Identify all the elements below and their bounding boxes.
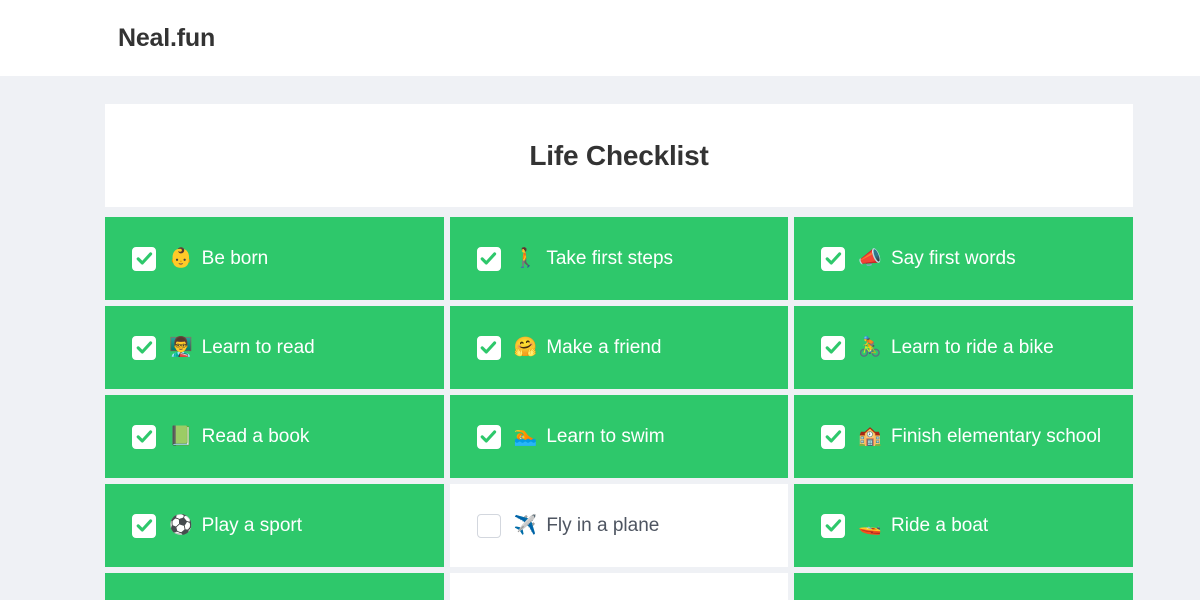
page-title: Life Checklist <box>529 139 709 171</box>
checklist-item-label: Take first steps <box>546 248 674 269</box>
checklist-item[interactable]: 📣 Say first words <box>794 217 1133 300</box>
checklist-item-label: Play a sport <box>201 515 302 536</box>
hugging-face-emoji: 🤗 <box>513 336 538 358</box>
checkbox-checked-icon[interactable] <box>821 424 846 449</box>
checkbox-checked-icon[interactable] <box>132 335 156 360</box>
school-emoji: 🏫 <box>858 425 882 447</box>
checklist-item-label: Read a book <box>201 426 310 447</box>
checkbox-checked-icon[interactable] <box>476 335 501 360</box>
checklist-item-label: Learn to read <box>201 337 315 358</box>
title-card: Life Checklist <box>105 104 1133 207</box>
cyclist-emoji: 🚴 <box>858 336 882 358</box>
checklist-item-label: Finish elementary school <box>891 426 1102 447</box>
checklist-item[interactable]: 👨‍🏫 Learn to read <box>105 306 444 389</box>
checklist-item[interactable] <box>449 573 789 600</box>
checklist-item[interactable]: ⚽ Play a sport <box>105 484 444 567</box>
soccer-ball-emoji: ⚽ <box>169 514 193 536</box>
baby-emoji: 👶 <box>169 247 193 269</box>
walking-emoji: 🚶 <box>513 247 538 269</box>
teacher-emoji: 👨‍🏫 <box>169 336 193 358</box>
checklist-item-label: Say first words <box>891 248 1016 269</box>
content-column: Life Checklist 👶 Be born 🚶 Take first steps… <box>105 104 1133 600</box>
megaphone-emoji: 📣 <box>858 247 882 269</box>
checkbox-checked-icon[interactable] <box>132 513 156 538</box>
site-logo[interactable]: Neal.fun <box>118 25 215 51</box>
checkbox-checked-icon[interactable] <box>132 246 156 271</box>
checklist-item[interactable]: 🤗 Make a friend <box>449 306 789 389</box>
checklist-item[interactable]: 🚶 Take first steps <box>449 217 789 300</box>
site-header: Neal.fun <box>0 0 1200 76</box>
airplane-emoji: ✈️ <box>513 514 538 536</box>
checkbox-checked-icon[interactable] <box>821 246 846 271</box>
checklist-item-label: Make a friend <box>546 337 662 358</box>
checklist-item-label: Be born <box>201 248 269 269</box>
checklist-item-label: Ride a boat <box>891 515 989 536</box>
checkbox-checked-icon[interactable] <box>132 424 156 449</box>
checklist-grid: 👶 Be born 🚶 Take first steps 📣 Say first word… <box>105 217 1133 600</box>
checkbox-checked-icon[interactable] <box>821 513 846 538</box>
checklist-item[interactable]: 🚤 Ride a boat <box>794 484 1133 567</box>
checkbox-checked-icon[interactable] <box>821 335 846 360</box>
checklist-item[interactable]: 📗 Read a book <box>105 395 444 478</box>
checklist-item-label: Learn to swim <box>546 426 665 447</box>
page-body: Life Checklist 👶 Be born 🚶 Take first steps… <box>0 76 1200 600</box>
checkbox-checked-icon[interactable] <box>476 246 501 271</box>
checklist-item[interactable]: 🚴 Learn to ride a bike <box>794 306 1133 389</box>
checklist-item[interactable]: 🏊 Learn to swim <box>449 395 789 478</box>
checkbox-checked-icon[interactable] <box>476 424 501 449</box>
swimmer-emoji: 🏊 <box>513 425 538 447</box>
checklist-item[interactable]: 🏫 Finish elementary school <box>794 395 1133 478</box>
green-book-emoji: 📗 <box>169 425 193 447</box>
checklist-item[interactable]: 👶 Be born <box>105 217 444 300</box>
checklist-item-label: Fly in a plane <box>546 515 660 536</box>
checklist-item-label: Learn to ride a bike <box>891 337 1054 358</box>
checklist-item[interactable]: ✈️ Fly in a plane <box>449 484 789 567</box>
checklist-item[interactable] <box>794 573 1133 600</box>
checkbox-unchecked-icon[interactable] <box>476 513 501 538</box>
checklist-item[interactable] <box>105 573 444 600</box>
speedboat-emoji: 🚤 <box>858 514 882 536</box>
